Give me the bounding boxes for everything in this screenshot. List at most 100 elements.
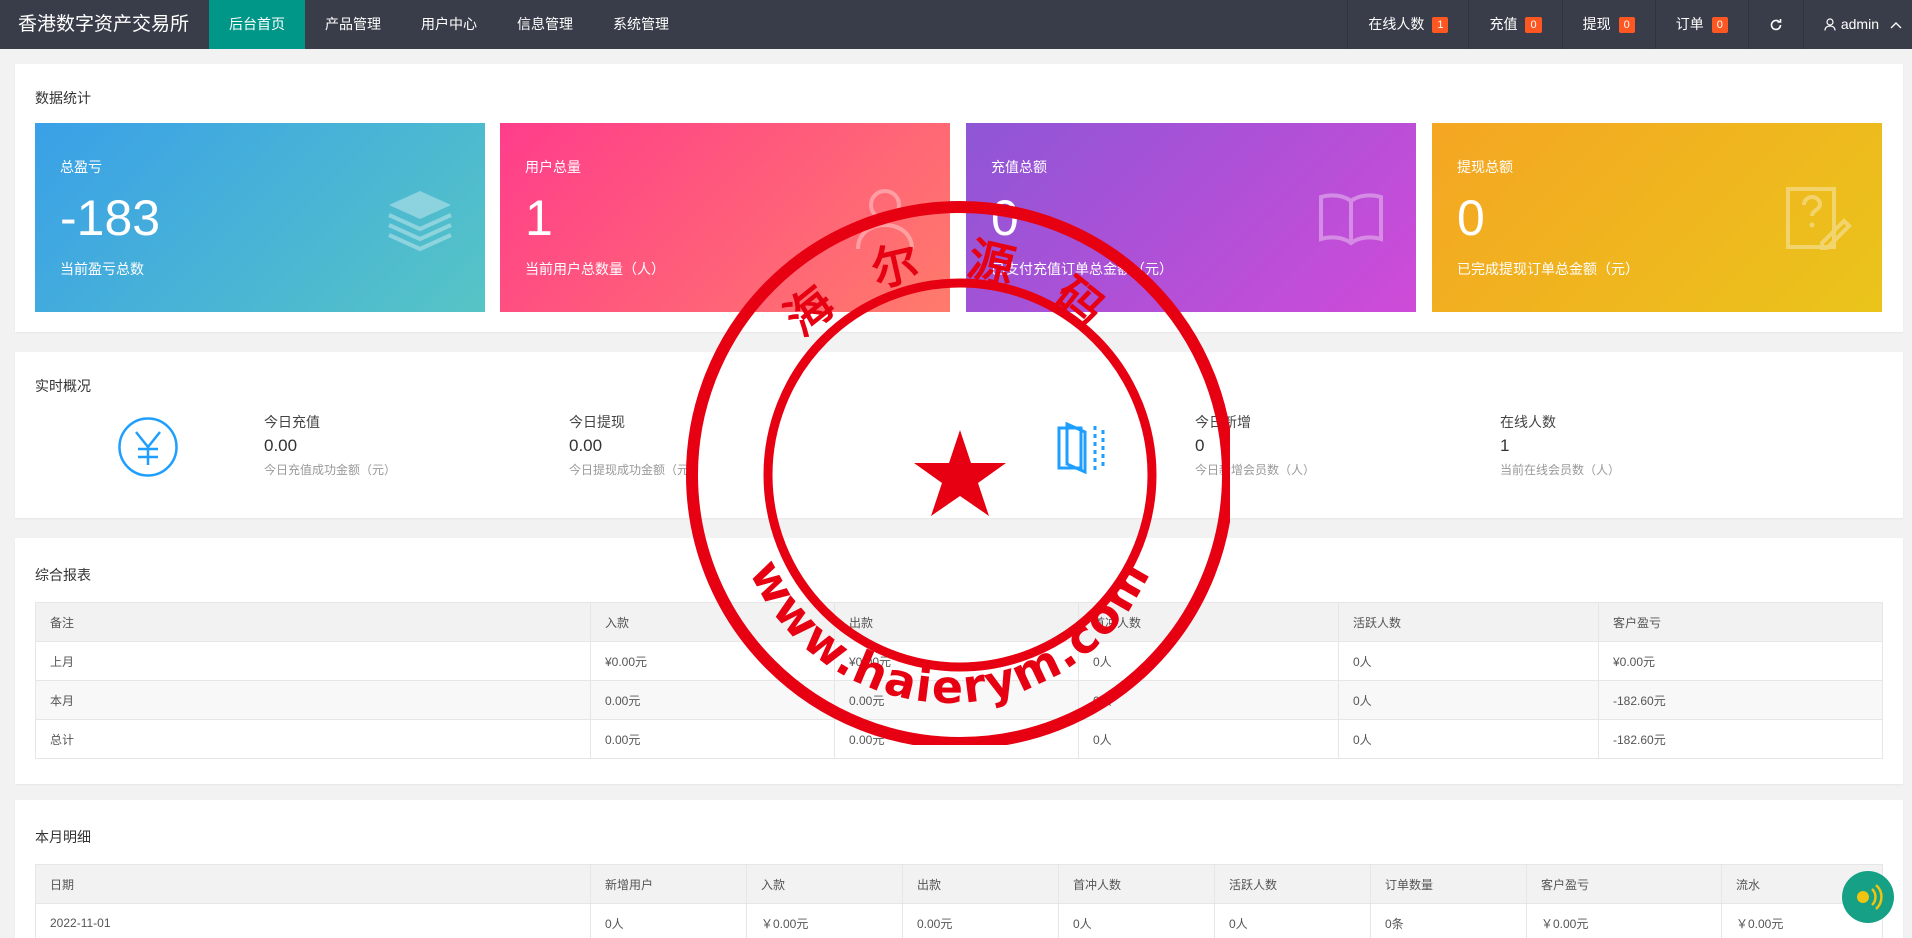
table-cell: 0人 <box>1214 903 1371 938</box>
col-header: 备注 <box>35 602 591 642</box>
table-cell: 0人 <box>590 903 747 938</box>
orders-link[interactable]: 订单 0 <box>1654 0 1748 49</box>
tile-value: -183 <box>60 190 161 246</box>
tile-value: 0 <box>991 190 1019 246</box>
realtime-card: 实时概况 今日充值 0.00 今日充值成功金额（元） 今日提现 0.00 今日提… <box>15 352 1903 518</box>
table-cell: 总计 <box>35 719 591 759</box>
orders-badge: 0 <box>1711 16 1728 33</box>
report-title: 综合报表 <box>35 567 91 583</box>
col-header: 入款 <box>746 864 903 904</box>
nav-users[interactable]: 用户中心 <box>401 0 497 49</box>
table-cell: ¥0.00元 <box>834 641 1079 681</box>
col-header: 活跃人数 <box>1338 602 1599 642</box>
rt-value: 0.00 <box>264 436 298 455</box>
rt-sub: 当前在线会员数（人） <box>1500 463 1621 477</box>
rt-value: 0.00 <box>569 436 603 455</box>
rt-label: 今日提现 <box>569 414 625 430</box>
rt-sub: 今日提现成功金额（元） <box>569 463 702 477</box>
monthly-card: 本月明细 日期 新增用户 入款 出款 首冲人数 活跃人数 订单数量 客户盈亏 流… <box>15 800 1903 938</box>
realtime-recharge: 今日充值 0.00 今日充值成功金额（元） <box>264 412 396 478</box>
nav-products[interactable]: 产品管理 <box>305 0 401 49</box>
table-cell: 0条 <box>1370 903 1527 938</box>
chevron-up-icon <box>1890 21 1902 28</box>
col-header: 出款 <box>834 602 1079 642</box>
tile-sub: 当前用户总数量（人） <box>525 261 665 277</box>
tile-label: 总盈亏 <box>60 159 102 175</box>
realtime-online: 在线人数 1 当前在线会员数（人） <box>1500 412 1620 478</box>
recharge-label: 充值 <box>1489 16 1518 32</box>
online-count-link[interactable]: 在线人数 1 <box>1347 0 1468 49</box>
user-icon <box>1824 18 1836 31</box>
col-header: 首冲人数 <box>1058 864 1215 904</box>
report-card: 综合报表 备注 入款 出款 首冲人数 活跃人数 客户盈亏 上月 ¥0.00元 ¥… <box>15 538 1903 784</box>
monthly-title: 本月明细 <box>35 829 91 845</box>
withdraw-link[interactable]: 提现 0 <box>1561 0 1655 49</box>
yuan-icon <box>118 417 178 477</box>
user-icon <box>856 189 914 250</box>
stats-card: 数据统计 总盈亏 -183 当前盈亏总数 用户总量 1 当前用户总数量（人） 充… <box>15 64 1903 332</box>
withdraw-label: 提现 <box>1582 16 1611 32</box>
rt-value: 0 <box>1195 436 1205 455</box>
table-cell: 0.00元 <box>834 680 1079 720</box>
table-cell: 0人 <box>1338 680 1599 720</box>
floating-action-button[interactable] <box>1842 871 1894 923</box>
refresh-button[interactable] <box>1747 0 1803 49</box>
table-cell: ¥0.00元 <box>1598 641 1883 681</box>
note-edit-icon <box>1786 187 1852 250</box>
col-header: 客户盈亏 <box>1526 864 1722 904</box>
table-cell: ¥0.00元 <box>590 641 835 681</box>
book-icon <box>1319 193 1383 246</box>
tile-user-total[interactable]: 用户总量 1 当前用户总数量（人） <box>500 123 950 312</box>
user-menu[interactable]: admin <box>1802 0 1912 49</box>
col-header: 首冲人数 <box>1078 602 1339 642</box>
table-cell: 0人 <box>1058 903 1215 938</box>
tile-total-pl[interactable]: 总盈亏 -183 当前盈亏总数 <box>35 123 485 312</box>
report-table: 备注 入款 出款 首冲人数 活跃人数 客户盈亏 上月 ¥0.00元 ¥0.00元… <box>35 602 1883 759</box>
table-cell: 本月 <box>35 680 591 720</box>
col-header: 订单数量 <box>1370 864 1527 904</box>
door-icon <box>1057 421 1105 475</box>
brand-title[interactable]: 香港数字资产交易所 <box>0 0 209 49</box>
realtime-withdraw: 今日提现 0.00 今日提现成功金额（元） <box>569 412 701 478</box>
table-cell: 0.00元 <box>590 680 835 720</box>
realtime-new-members: 今日新增 0 今日新增会员数（人） <box>1195 412 1315 478</box>
nav-info[interactable]: 信息管理 <box>497 0 593 49</box>
refresh-icon <box>1770 18 1782 30</box>
table-cell: 0人 <box>1338 719 1599 759</box>
table-cell: 0.00元 <box>590 719 835 759</box>
tile-value: 1 <box>525 190 553 246</box>
table-cell: 0人 <box>1078 641 1339 681</box>
tile-label: 充值总额 <box>991 159 1047 175</box>
table-cell: 0人 <box>1078 719 1339 759</box>
realtime-title: 实时概况 <box>35 378 91 394</box>
rt-sub: 今日新增会员数（人） <box>1195 463 1316 477</box>
table-row: 2022-11-01 0人 ￥0.00元 0.00元 0人 0人 0条 ￥0.0… <box>35 903 1883 938</box>
table-row: 上月 ¥0.00元 ¥0.00元 0人 0人 ¥0.00元 <box>35 641 1883 681</box>
nav-system[interactable]: 系统管理 <box>593 0 689 49</box>
col-header: 客户盈亏 <box>1598 602 1883 642</box>
tile-sub: 已支付充值订单总金额（元） <box>991 261 1173 277</box>
table-cell: 上月 <box>35 641 591 681</box>
table-cell: 0人 <box>1338 641 1599 681</box>
tile-recharge-total[interactable]: 充值总额 0 已支付充值订单总金额（元） <box>966 123 1416 312</box>
col-header: 入款 <box>590 602 835 642</box>
rt-label: 今日新增 <box>1195 414 1251 430</box>
table-row: 总计 0.00元 0.00元 0人 0人 -182.60元 <box>35 719 1883 759</box>
rt-label: 在线人数 <box>1500 414 1556 430</box>
table-cell: 0.00元 <box>834 719 1079 759</box>
tile-sub: 当前盈亏总数 <box>60 261 144 277</box>
tile-withdraw-total[interactable]: 提现总额 0 已完成提现订单总金额（元） <box>1432 123 1882 312</box>
table-cell: 0.00元 <box>902 903 1059 938</box>
main-nav: 后台首页 产品管理 用户中心 信息管理 系统管理 <box>209 0 689 49</box>
monthly-table: 日期 新增用户 入款 出款 首冲人数 活跃人数 订单数量 客户盈亏 流水 202… <box>35 864 1883 938</box>
sound-icon <box>1857 884 1883 910</box>
col-header: 新增用户 <box>590 864 747 904</box>
recharge-link[interactable]: 充值 0 <box>1468 0 1561 49</box>
rt-value: 1 <box>1500 436 1510 455</box>
stats-title: 数据统计 <box>35 90 91 106</box>
tile-label: 用户总量 <box>525 159 581 175</box>
nav-home[interactable]: 后台首页 <box>209 0 306 49</box>
online-count-badge: 1 <box>1432 16 1449 33</box>
table-header-row: 备注 入款 出款 首冲人数 活跃人数 客户盈亏 <box>35 602 1883 642</box>
recharge-badge: 0 <box>1525 16 1542 33</box>
